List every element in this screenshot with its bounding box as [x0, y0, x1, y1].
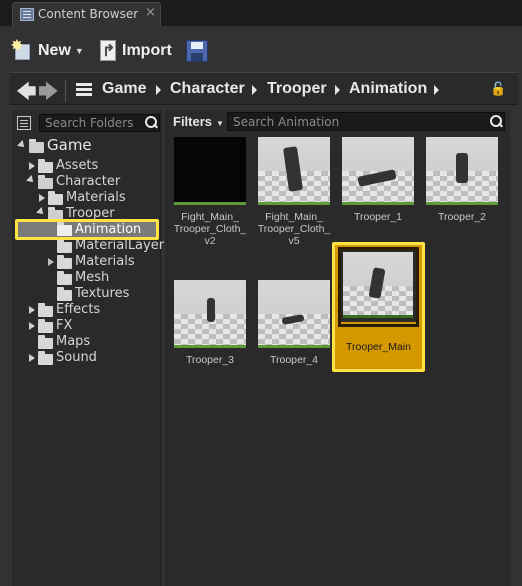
asset-search-input[interactable]: [227, 112, 505, 131]
asset-thumbnail: [343, 252, 413, 318]
tree-item-sound[interactable]: Sound: [12, 350, 161, 366]
asset-label: Trooper_4: [269, 354, 319, 366]
expand-arrow-icon[interactable]: [17, 140, 27, 150]
asset-thumbnail: [174, 280, 246, 348]
tab-title: Content Browser: [38, 7, 139, 21]
breadcrumb-game[interactable]: Game: [102, 80, 146, 98]
tree-item-effects[interactable]: Effects: [12, 302, 161, 318]
folder-icon: [57, 287, 72, 301]
collapse-arrow-icon[interactable]: [29, 162, 35, 170]
asset-thumbnail: [258, 280, 330, 348]
expand-arrow-icon[interactable]: [26, 175, 36, 185]
close-icon[interactable]: ×: [145, 5, 156, 20]
folder-icon: [57, 271, 72, 285]
chevron-down-icon: ▼: [74, 46, 84, 56]
collapse-arrow-icon[interactable]: [29, 306, 35, 314]
toolbar: ✸ New ▼ ↱ Import: [10, 35, 518, 69]
save-all-button[interactable]: [186, 35, 216, 67]
tree-item-fx[interactable]: FX: [12, 318, 161, 334]
sources-list-icon[interactable]: [76, 83, 92, 97]
import-icon: ↱: [96, 39, 120, 63]
sources-panel-icon[interactable]: [17, 116, 31, 130]
forward-arrow-icon[interactable]: 🡆: [38, 77, 59, 111]
folder-search-input[interactable]: [39, 114, 160, 132]
search-icon[interactable]: [489, 115, 503, 129]
divider: [65, 80, 66, 102]
tree-item-maps[interactable]: Maps: [12, 334, 161, 350]
annotation-highlight-animation: [15, 219, 159, 240]
breadcrumb-separator-icon[interactable]: [434, 85, 439, 95]
asset-label: Trooper_Main: [346, 341, 411, 353]
tree-item-mesh[interactable]: Mesh: [12, 270, 161, 286]
folder-icon: [38, 175, 53, 189]
tree-item-character[interactable]: Character: [12, 174, 161, 190]
filters-label: Filters: [173, 114, 213, 129]
asset-thumbnail: [174, 137, 246, 205]
folder-icon: [29, 139, 44, 153]
asset-thumbnail: [258, 137, 330, 205]
tree-item-game[interactable]: Game: [12, 136, 161, 154]
tree-item-trooper-materials[interactable]: Materials: [12, 254, 161, 270]
tree-item-textures[interactable]: Textures: [12, 286, 161, 302]
filters-button[interactable]: Filters ▼: [173, 114, 224, 129]
lock-icon[interactable]: 🔓: [490, 82, 506, 97]
trooper-figure-icon: [456, 153, 468, 183]
content-browser-panel: ✸ New ▼ ↱ Import 🡄 🡆 Game Character Troo…: [0, 26, 522, 586]
content-browser-icon: [20, 8, 34, 21]
folder-icon: [57, 239, 72, 253]
tab-content-browser[interactable]: Content Browser ×: [12, 2, 161, 26]
asset-label: Fight_Main_ Trooper_Cloth_ v2: [173, 211, 247, 247]
content-browser-window: Content Browser × ✸ New ▼ ↱ Import 🡄 🡆 G…: [0, 0, 522, 586]
folder-icon: [38, 335, 53, 349]
breadcrumb-animation[interactable]: Animation: [349, 80, 427, 98]
tree-item-character-materials[interactable]: Materials: [12, 190, 161, 206]
chevron-down-icon: ▼: [216, 119, 224, 128]
breadcrumb-character[interactable]: Character: [170, 80, 245, 98]
asset-label: Trooper_2: [437, 211, 487, 223]
breadcrumb-trooper[interactable]: Trooper: [267, 80, 327, 98]
folder-icon: [38, 303, 53, 317]
expand-arrow-icon[interactable]: [36, 207, 46, 217]
folder-icon: [48, 191, 63, 205]
collapse-arrow-icon[interactable]: [29, 322, 35, 330]
asset-label: Fight_Main_ Trooper_Cloth_ v5: [257, 211, 331, 247]
new-button-label: New: [38, 42, 71, 59]
back-arrow-icon[interactable]: 🡄: [16, 77, 37, 111]
folder-icon: [38, 319, 53, 333]
collapse-arrow-icon[interactable]: [29, 354, 35, 362]
tree-item-materiallayer[interactable]: MaterialLayer: [12, 238, 164, 254]
folder-icon: [38, 351, 53, 365]
new-asset-icon: ✸: [11, 37, 34, 61]
tab-bar: Content Browser ×: [0, 0, 522, 26]
breadcrumb-separator-icon[interactable]: [156, 85, 161, 95]
folder-icon: [38, 159, 53, 173]
tree-item-assets[interactable]: Assets: [12, 158, 161, 174]
collapse-arrow-icon[interactable]: [48, 258, 54, 266]
import-button[interactable]: ↱ Import: [96, 35, 182, 67]
asset-label: Trooper_3: [185, 354, 235, 366]
collapse-arrow-icon[interactable]: [39, 194, 45, 202]
save-icon: [186, 40, 208, 62]
asset-tile-trooper-main[interactable]: Trooper_Main: [332, 242, 425, 372]
folder-tree-panel: Game Assets Character Materials Trooper: [12, 110, 164, 586]
trooper-figure-icon: [207, 298, 215, 322]
asset-label: Trooper_1: [353, 211, 403, 223]
breadcrumb-separator-icon[interactable]: [252, 85, 257, 95]
folder-search-bar: [15, 114, 160, 132]
new-button[interactable]: ✸ New ▼: [11, 35, 92, 67]
asset-thumbnail: [426, 137, 498, 205]
breadcrumb-separator-icon[interactable]: [335, 85, 340, 95]
import-button-label: Import: [122, 42, 172, 59]
folder-icon: [57, 255, 72, 269]
search-icon[interactable]: [144, 116, 158, 130]
asset-thumbnail-frame: [341, 250, 416, 322]
asset-thumbnail: [342, 137, 414, 205]
path-bar: 🡄 🡆 Game Character Trooper Animation 🔓: [10, 72, 518, 105]
